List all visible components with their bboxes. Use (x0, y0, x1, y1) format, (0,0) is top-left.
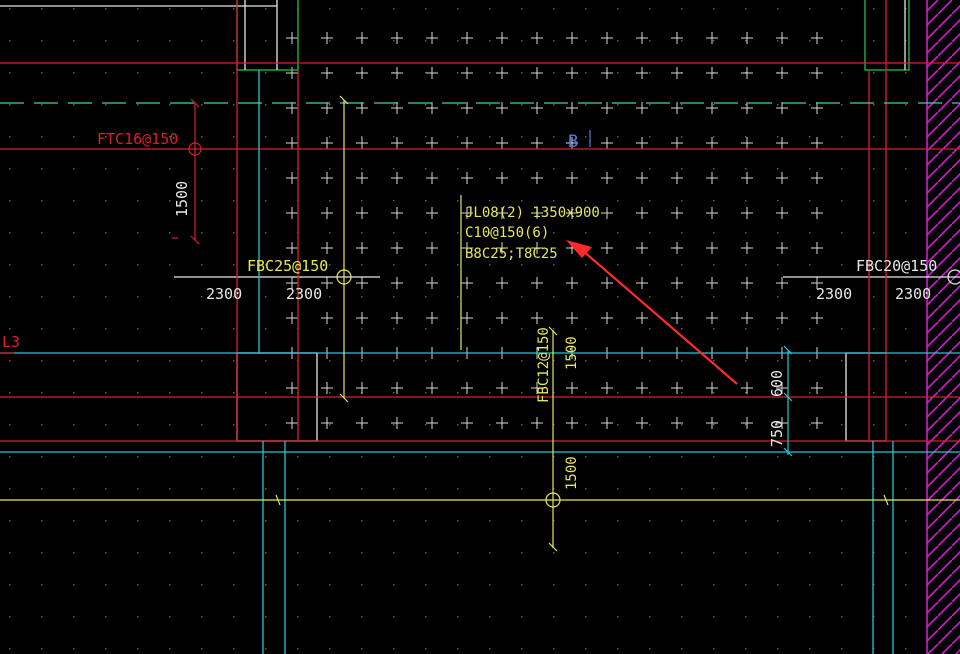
dim-2300-b-label: 2300 (286, 285, 322, 303)
dimension-marks (339, 95, 558, 552)
dimension-1500-left (172, 98, 200, 245)
section-b-label: B (568, 132, 578, 152)
dim-1500-v-top-label: 1500 (564, 336, 580, 370)
beam-label-line3: B8C25;T8C25 (465, 246, 558, 262)
ftc-rebar-label: FTC16@150 (97, 130, 178, 148)
red-annotation-arrow (566, 240, 738, 385)
drawing-annotations: FTC16@150 1500 B JL08(2) 1350x900 C10@15… (2, 130, 937, 490)
cross-grid (286, 32, 823, 429)
dim-600-label: 600 (768, 370, 786, 397)
column-outline-top-right (864, 0, 910, 71)
hatched-wall (926, 0, 960, 654)
beam-label-line1: JL08(2) 1350x900 (465, 205, 600, 221)
fbc-left-label: FBC25@150 (247, 257, 328, 275)
fbc-vertical-label: FBC12@150 (536, 327, 552, 403)
beam-label-line2: C10@150(6) (465, 225, 549, 241)
dim-2300-c-label: 2300 (816, 285, 852, 303)
dim-1500-v-bottom-label: 1500 (564, 456, 580, 490)
drawing-canvas[interactable]: FTC16@150 1500 B JL08(2) 1350x900 C10@15… (0, 0, 960, 654)
dim-1500-left-label: 1500 (173, 181, 191, 217)
column-outline-top-left (236, 0, 299, 71)
dim-750-label: 750 (768, 420, 786, 447)
grid-l3-label: L3 (2, 333, 20, 351)
cad-viewport[interactable]: FTC16@150 1500 B JL08(2) 1350x900 C10@15… (0, 0, 960, 654)
dim-2300-a-label: 2300 (206, 285, 242, 303)
fbc-right-label: FBC20@150 (856, 257, 937, 275)
dot-grid (9, 8, 907, 650)
yellow-lines (0, 100, 960, 548)
cyan-lines (0, 70, 960, 654)
dim-2300-d-label: 2300 (895, 285, 931, 303)
